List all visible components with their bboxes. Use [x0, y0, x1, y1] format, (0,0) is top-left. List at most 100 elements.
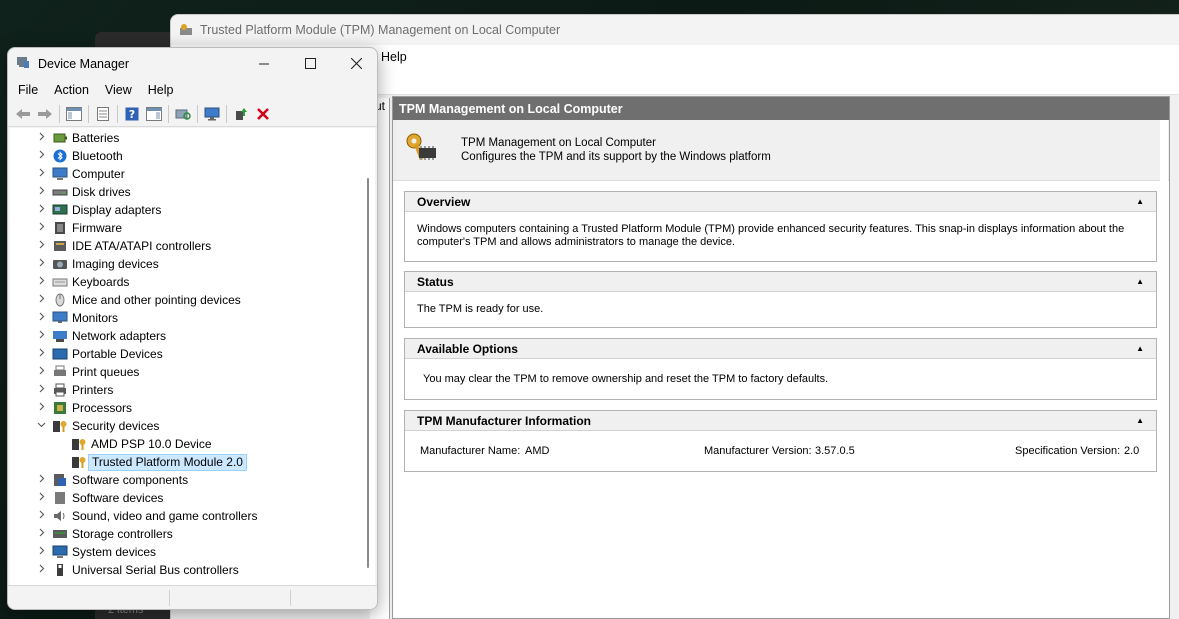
tree-category-item[interactable]: Software components [10, 471, 375, 489]
device-manager-titlebar[interactable]: Device Manager [8, 48, 377, 79]
uninstall-device-icon[interactable] [252, 104, 274, 124]
status-section-header[interactable]: Status ▲ [405, 272, 1156, 292]
chevron-right-icon[interactable] [36, 150, 46, 162]
chevron-right-icon[interactable] [36, 402, 46, 414]
tree-item-label: Printers [72, 383, 114, 397]
security-device-icon [71, 437, 87, 451]
network-adapter-icon [52, 329, 68, 343]
manufacturer-details: Manufacturer Name: AMD Manufacturer Vers… [405, 431, 1156, 471]
tree-category-item[interactable]: Processors [10, 399, 375, 417]
chevron-right-icon[interactable] [36, 276, 46, 288]
tree-item-label: Print queues [72, 365, 140, 379]
chevron-right-icon[interactable] [36, 240, 46, 252]
chevron-right-icon[interactable] [36, 222, 46, 234]
overview-text: Windows computers containing a Trusted P… [417, 223, 1125, 248]
forward-arrow-icon[interactable] [34, 104, 56, 124]
chevron-right-icon[interactable] [36, 348, 46, 360]
tree-category-item[interactable]: Disk drives [10, 183, 375, 201]
manufacturer-version-value: 3.57.0.5 [815, 445, 855, 457]
chevron-right-icon[interactable] [36, 132, 46, 144]
tree-item-label: Computer [72, 167, 125, 181]
collapse-arrow-icon[interactable]: ▲ [1136, 344, 1144, 353]
available-options-section-header[interactable]: Available Options ▲ [405, 339, 1156, 359]
tree-item-label: Software components [72, 473, 189, 487]
chevron-right-icon[interactable] [36, 294, 46, 306]
tree-item-label: Trusted Platform Module 2.0 [88, 453, 247, 471]
update-driver-icon[interactable] [230, 104, 252, 124]
properties-icon[interactable] [92, 104, 114, 124]
specification-version-label: Specification Version: [1015, 445, 1121, 457]
printer-icon [52, 383, 68, 397]
tree-category-item[interactable]: Keyboards [10, 273, 375, 291]
tree-category-item[interactable]: Mice and other pointing devices [10, 291, 375, 309]
tree-category-item[interactable]: Bluetooth [10, 147, 375, 165]
tree-category-item[interactable]: Display adapters [10, 201, 375, 219]
chevron-right-icon[interactable] [36, 168, 46, 180]
menu-file[interactable]: File [10, 83, 46, 97]
tree-category-item[interactable]: Network adapters [10, 327, 375, 345]
tree-category-item[interactable]: Printers [10, 381, 375, 399]
tree-category-item[interactable]: Computer [10, 165, 375, 183]
help-icon[interactable]: ? [121, 104, 143, 124]
tree-category-item[interactable]: Storage controllers [10, 525, 375, 543]
tree-item-label: IDE ATA/ATAPI controllers [72, 239, 212, 253]
tree-item-label: Disk drives [72, 185, 131, 199]
tpm-titlebar[interactable]: Trusted Platform Module (TPM) Management… [171, 15, 1179, 45]
tree-category-item[interactable]: Sound, video and game controllers [10, 507, 375, 525]
tree-category-item[interactable]: System devices [10, 543, 375, 561]
tree-child-item[interactable]: Trusted Platform Module 2.0 [10, 453, 375, 471]
chevron-right-icon[interactable] [36, 546, 46, 558]
chevron-right-icon[interactable] [36, 492, 46, 504]
menu-help[interactable]: Help [140, 83, 182, 97]
device-manager-window: Device Manager File Action View Help ? B… [7, 47, 378, 610]
chevron-right-icon[interactable] [36, 258, 46, 270]
menu-view[interactable]: View [97, 83, 140, 97]
manufacturer-section-header[interactable]: TPM Manufacturer Information ▲ [405, 411, 1156, 431]
tpm-content-pane: TPM Management on Local Computer TPM Man… [392, 96, 1170, 619]
action-pane-icon[interactable] [143, 104, 165, 124]
tree-category-item[interactable]: Imaging devices [10, 255, 375, 273]
security-device-icon [52, 419, 68, 433]
maximize-button[interactable] [287, 48, 333, 79]
collapse-arrow-icon[interactable]: ▲ [1136, 277, 1144, 286]
show-hide-console-tree-icon[interactable] [63, 104, 85, 124]
minimize-button[interactable] [241, 48, 287, 79]
back-arrow-icon[interactable] [12, 104, 34, 124]
overview-section-header[interactable]: Overview ▲ [405, 192, 1156, 212]
scan-hardware-changes-icon[interactable] [172, 104, 194, 124]
chevron-right-icon[interactable] [36, 528, 46, 540]
device-tree-scrollbar[interactable] [367, 178, 369, 568]
tree-category-item[interactable]: Print queues [10, 363, 375, 381]
chevron-right-icon[interactable] [36, 564, 46, 576]
chevron-right-icon[interactable] [36, 474, 46, 486]
chevron-right-icon[interactable] [36, 366, 46, 378]
collapse-arrow-icon[interactable]: ▲ [1136, 197, 1144, 206]
tpm-menu-help[interactable]: Help [381, 50, 407, 64]
tree-category-item[interactable]: Portable Devices [10, 345, 375, 363]
tree-category-item[interactable]: Software devices [10, 489, 375, 507]
collapse-arrow-icon[interactable]: ▲ [1136, 416, 1144, 425]
chevron-down-icon[interactable] [36, 420, 46, 432]
speaker-icon [52, 509, 68, 523]
close-button[interactable] [333, 48, 377, 79]
tree-category-item[interactable]: Batteries [10, 129, 375, 147]
chevron-right-icon[interactable] [36, 204, 46, 216]
status-section-title: Status [417, 274, 454, 289]
chevron-right-icon[interactable] [36, 330, 46, 342]
tree-category-item[interactable]: Security devices [10, 417, 375, 435]
tree-category-item[interactable]: Universal Serial Bus controllers [10, 561, 375, 579]
tree-category-item[interactable]: Monitors [10, 309, 375, 327]
tree-category-item[interactable]: Firmware [10, 219, 375, 237]
available-options-section: Available Options ▲ You may clear the TP… [404, 338, 1157, 400]
chevron-right-icon[interactable] [36, 384, 46, 396]
chevron-right-icon[interactable] [36, 312, 46, 324]
monitor-icon[interactable] [201, 104, 223, 124]
tree-category-item[interactable]: IDE ATA/ATAPI controllers [10, 237, 375, 255]
tree-child-item[interactable]: AMD PSP 10.0 Device [10, 435, 375, 453]
menu-action[interactable]: Action [46, 83, 97, 97]
chevron-right-icon[interactable] [36, 510, 46, 522]
chevron-right-icon[interactable] [36, 186, 46, 198]
tpm-content-scrollbar[interactable] [1160, 120, 1168, 618]
status-section: Status ▲ The TPM is ready for use. [404, 271, 1157, 328]
firmware-icon [52, 221, 68, 235]
